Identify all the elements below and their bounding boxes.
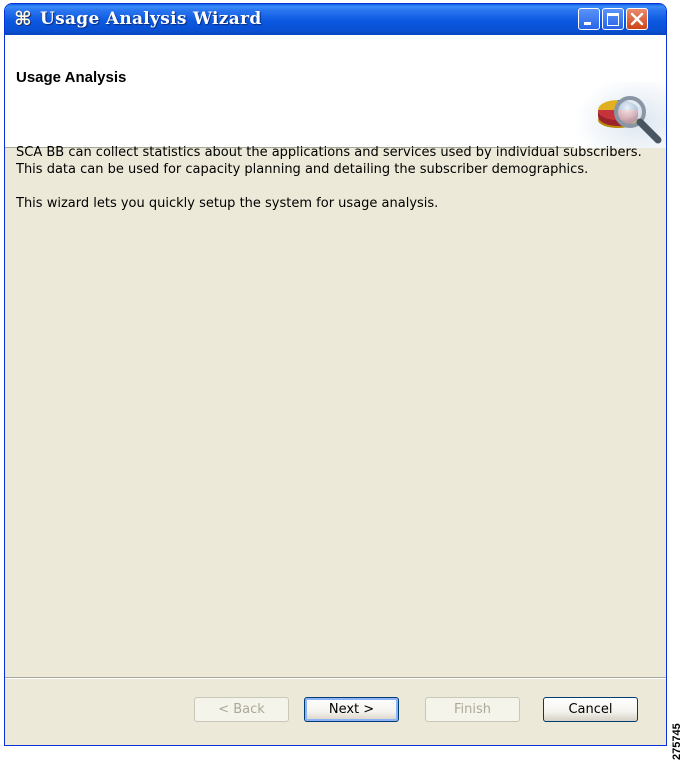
next-button[interactable]: Next >: [304, 697, 399, 722]
figure-id: 275745: [671, 723, 683, 760]
description-paragraph: SCA BB can collect statistics about the …: [16, 145, 642, 177]
wizard-description: SCA BB can collect statistics about the …: [16, 144, 646, 229]
cancel-button[interactable]: Cancel: [543, 697, 638, 722]
finish-button[interactable]: Finish: [425, 697, 520, 722]
wizard-header: Usage Analysis: [5, 35, 666, 148]
command-icon: ⌘: [14, 8, 32, 30]
back-button[interactable]: < Back: [194, 697, 289, 722]
minimize-button[interactable]: [578, 8, 600, 30]
description-paragraph: This wizard lets you quickly setup the s…: [16, 196, 439, 211]
page-title: Usage Analysis: [16, 69, 127, 86]
window-title: Usage Analysis Wizard: [40, 9, 262, 29]
maximize-button[interactable]: [602, 8, 624, 30]
wizard-window: ⌘ Usage Analysis Wizard Usage Analysis S…: [4, 3, 667, 746]
pie-chart-magnifier-icon: [574, 82, 666, 148]
close-icon: [630, 12, 644, 26]
footer-separator: [5, 677, 666, 679]
title-bar[interactable]: ⌘ Usage Analysis Wizard: [5, 4, 666, 35]
close-button[interactable]: [626, 8, 648, 30]
